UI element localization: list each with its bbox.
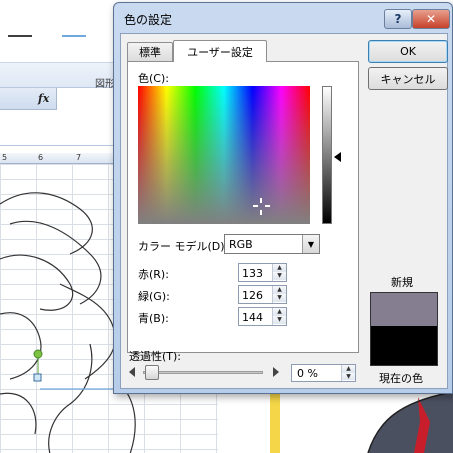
green-value: 126 [242, 289, 263, 302]
blue-label: 青(B): [138, 312, 169, 325]
spin-up-icon[interactable]: ▲ [342, 365, 355, 373]
transparency-label: 透過性(T): [129, 350, 182, 363]
help-button[interactable]: ? [384, 9, 412, 29]
chevron-down-icon[interactable]: ▼ [302, 235, 319, 253]
help-icon: ? [394, 12, 402, 26]
close-icon: ✕ [425, 12, 437, 26]
current-color-swatch [371, 326, 437, 365]
tab-standard[interactable]: 標準 [127, 42, 173, 61]
red-label: 赤(R): [138, 268, 169, 281]
spin-up-icon[interactable]: ▲ [273, 286, 286, 294]
luminance-arrow-icon[interactable] [334, 152, 341, 162]
spin-down-icon[interactable]: ▼ [273, 294, 286, 302]
red-input[interactable]: 133 ▲ ▼ [238, 263, 287, 282]
column-header[interactable]: 7 [76, 153, 81, 162]
green-spinner[interactable]: ▲ ▼ [272, 286, 286, 303]
current-color-label: 現在の色 [379, 372, 423, 385]
dialog-client: 標準 ユーザー設定 色(C): カラー モデル(D): RGB ▼ 赤(R): [120, 33, 448, 389]
color-model-label: カラー モデル(D): [138, 240, 229, 253]
transparency-slider[interactable] [129, 364, 279, 381]
colors-label: 色(C): [138, 72, 169, 85]
color-dialog: 色の設定 ? ✕ 標準 ユーザー設定 色(C): カラー モデル(D): RGB… [113, 2, 453, 394]
color-preview [370, 292, 438, 366]
slider-left-arrow-icon[interactable] [129, 367, 135, 377]
dialog-titlebar[interactable]: 色の設定 ? ✕ [114, 3, 452, 31]
luminance-bar[interactable] [322, 86, 332, 224]
dialog-title: 色の設定 [124, 13, 173, 27]
fx-icon[interactable]: fx [38, 92, 49, 105]
color-model-value: RGB [229, 238, 253, 251]
slider-right-arrow-icon[interactable] [273, 367, 279, 377]
transparency-spinner[interactable]: ▲ ▼ [341, 365, 355, 381]
custom-panel: 色(C): カラー モデル(D): RGB ▼ 赤(R): 133 ▲ ▼ 緑(… [127, 61, 359, 353]
blue-value: 144 [242, 311, 263, 324]
tab-custom[interactable]: ユーザー設定 [173, 40, 267, 62]
green-input[interactable]: 126 ▲ ▼ [238, 285, 287, 304]
line-style-dark[interactable] [8, 35, 32, 37]
spin-down-icon[interactable]: ▼ [273, 272, 286, 280]
spin-down-icon[interactable]: ▼ [342, 373, 355, 380]
blue-input[interactable]: 144 ▲ ▼ [238, 307, 287, 326]
spectrum-crosshair[interactable] [253, 198, 270, 215]
close-button[interactable]: ✕ [412, 9, 450, 29]
spin-up-icon[interactable]: ▲ [273, 308, 286, 316]
red-spinner[interactable]: ▲ ▼ [272, 264, 286, 281]
slider-thumb[interactable] [145, 365, 159, 380]
blue-spinner[interactable]: ▲ ▼ [272, 308, 286, 325]
cancel-button[interactable]: キャンセル [368, 67, 448, 90]
new-color-swatch [371, 293, 437, 326]
spin-down-icon[interactable]: ▼ [273, 316, 286, 324]
transparency-value: 0 % [297, 367, 318, 380]
character-image[interactable] [218, 392, 453, 453]
red-value: 133 [242, 267, 263, 280]
column-header[interactable]: 6 [38, 153, 43, 162]
formula-bar-header: fx [0, 88, 57, 110]
spin-up-icon[interactable]: ▲ [273, 264, 286, 272]
line-style-blue[interactable] [62, 35, 86, 37]
ok-button[interactable]: OK [368, 40, 448, 63]
slider-track[interactable] [143, 371, 263, 374]
color-spectrum[interactable] [138, 86, 310, 224]
transparency-input[interactable]: 0 % ▲ ▼ [291, 364, 356, 382]
column-header[interactable]: 5 [2, 153, 7, 162]
green-label: 緑(G): [138, 290, 170, 303]
color-model-select[interactable]: RGB ▼ [224, 234, 320, 254]
new-color-label: 新規 [391, 276, 413, 289]
